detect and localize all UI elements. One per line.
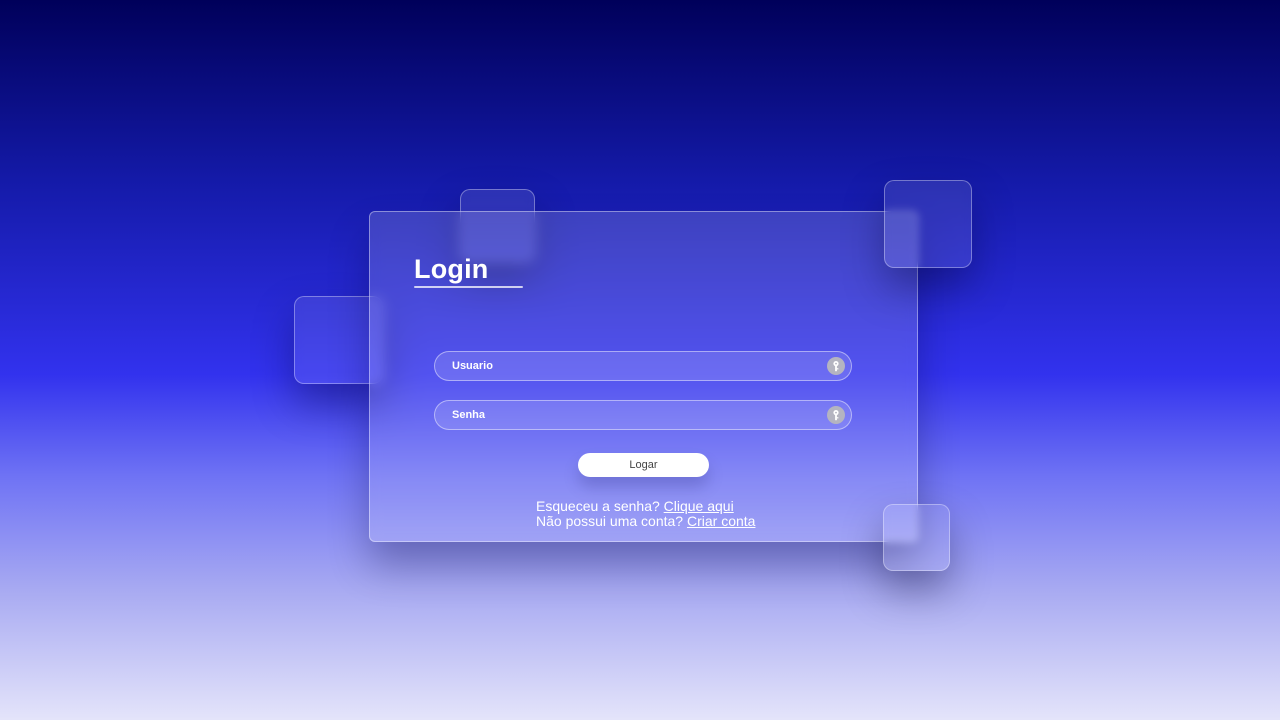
account-links: Esqueceu a senha? Clique aqui Não possui… bbox=[536, 499, 755, 529]
forgot-password-link[interactable]: Clique aqui bbox=[664, 498, 734, 514]
username-input[interactable] bbox=[435, 352, 851, 380]
password-field bbox=[434, 400, 852, 430]
password-input[interactable] bbox=[435, 401, 851, 429]
username-field bbox=[434, 351, 852, 381]
create-account-link[interactable]: Criar conta bbox=[687, 513, 755, 529]
login-card: Login Logar Esqueceu a senha? bbox=[369, 211, 918, 542]
login-button[interactable]: Logar bbox=[578, 453, 709, 477]
decorative-glass-square-bottom-right bbox=[883, 504, 950, 571]
forgot-password-line: Esqueceu a senha? Clique aqui bbox=[536, 499, 755, 514]
signup-line: Não possui uma conta? Criar conta bbox=[536, 514, 755, 529]
decorative-glass-square-top-right bbox=[884, 180, 972, 268]
key-icon bbox=[827, 357, 845, 375]
title-underline bbox=[414, 286, 523, 288]
key-icon bbox=[827, 406, 845, 424]
signup-text: Não possui uma conta? bbox=[536, 513, 684, 529]
page-title: Login bbox=[414, 254, 489, 284]
forgot-password-text: Esqueceu a senha? bbox=[536, 498, 660, 514]
